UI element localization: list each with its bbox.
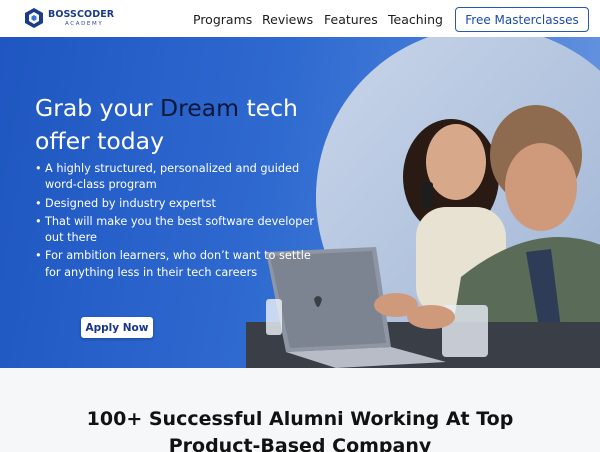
- headline-highlight: Dream: [159, 94, 239, 122]
- logo-icon: [25, 8, 43, 28]
- nav-link-programs[interactable]: Programs: [193, 12, 252, 27]
- alumni-heading: 100+ Successful Alumni Working At Top Pr…: [86, 408, 514, 452]
- brand-name: BOSSCODER: [48, 9, 115, 20]
- apply-now-button[interactable]: Apply Now: [81, 317, 153, 338]
- headline-part-1: Grab your: [35, 94, 160, 122]
- top-navbar: BOSSCODER ACADEMY Programs Reviews Featu…: [0, 0, 600, 37]
- brand-subtitle: ACADEMY: [65, 21, 104, 27]
- alumni-section: 100+ Successful Alumni Working At Top Pr…: [0, 368, 600, 452]
- bullet-item: For ambition learners, who don’t want to…: [35, 248, 325, 281]
- hero-bullet-list: A highly structured, personalized and gu…: [35, 161, 325, 283]
- hero-section: Grab your Dream tech offer today A highl…: [0, 37, 600, 368]
- hero-headline: Grab your Dream tech offer today: [35, 92, 335, 158]
- brand-logo[interactable]: BOSSCODER ACADEMY: [23, 7, 115, 31]
- nav-link-teaching[interactable]: Teaching: [388, 12, 443, 27]
- bullet-item: That will make you the best software dev…: [35, 214, 325, 247]
- free-masterclasses-button[interactable]: Free Masterclasses: [455, 7, 589, 32]
- nav-link-reviews[interactable]: Reviews: [262, 12, 313, 27]
- nav-link-features[interactable]: Features: [324, 12, 378, 27]
- bullet-item: Designed by industry expertst: [35, 196, 325, 213]
- bullet-item: A highly structured, personalized and gu…: [35, 161, 325, 194]
